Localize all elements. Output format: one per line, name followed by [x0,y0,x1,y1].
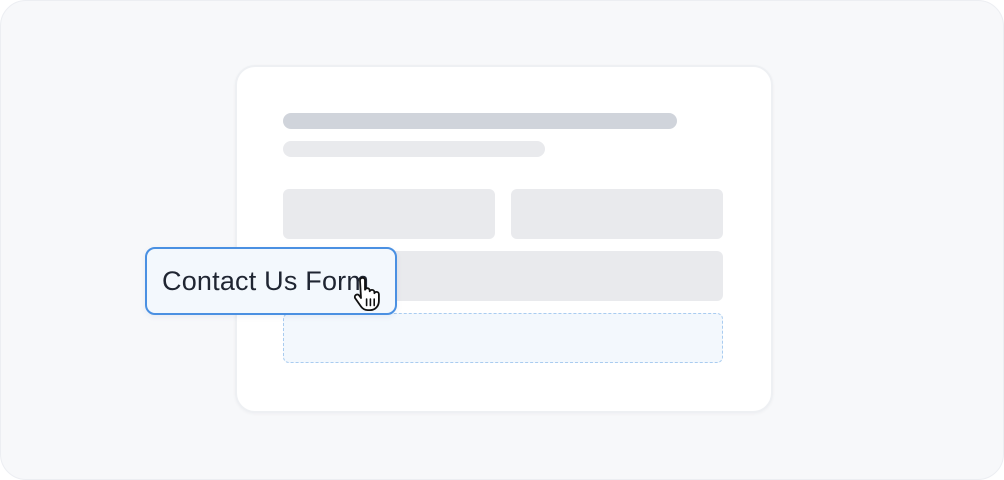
skeleton-title-bar [283,113,677,129]
skeleton-block-right [511,189,723,239]
page-preview-card [235,65,773,413]
skeleton-block-left [283,189,495,239]
grab-hand-icon [353,277,380,311]
skeleton-subtitle-bar [283,141,545,157]
chip-label: Contact Us Form [162,265,370,296]
drop-zone-placeholder[interactable] [283,313,723,363]
canvas-background: Contact Us Form [0,0,1004,480]
